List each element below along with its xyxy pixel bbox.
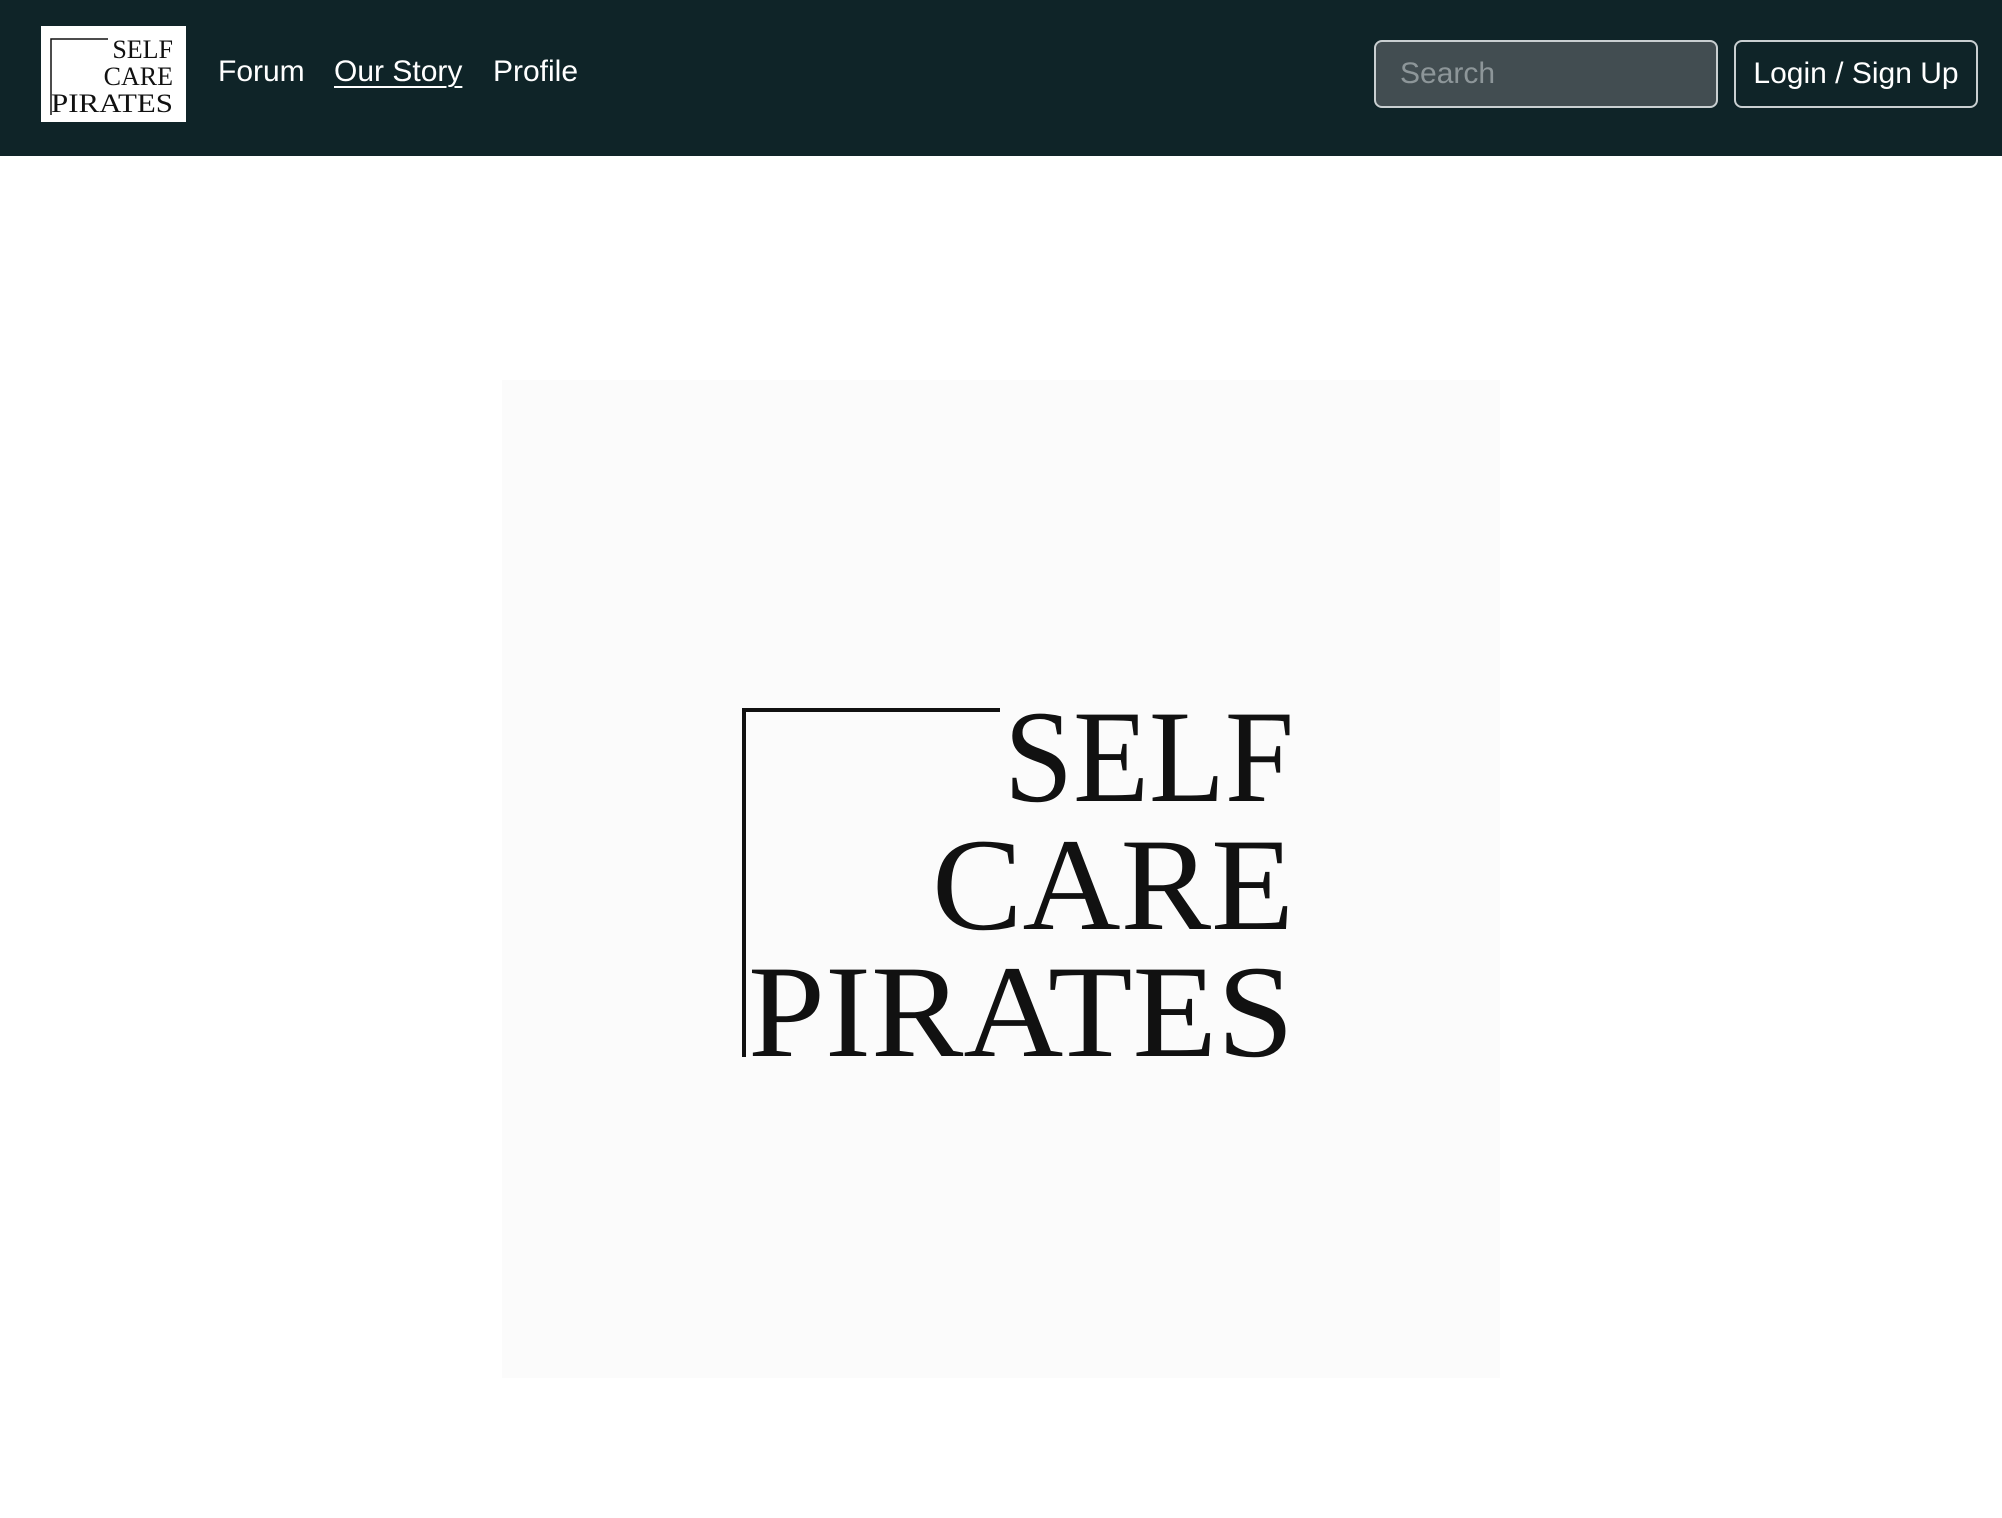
svg-text:CARE: CARE: [104, 62, 173, 91]
brand-logo[interactable]: SELF CARE PIRATES: [41, 26, 186, 122]
hero-logo-image: SELF CARE PIRATES: [502, 380, 1500, 1378]
svg-text:PIRATES: PIRATES: [748, 938, 1294, 1085]
login-signup-button[interactable]: Login / Sign Up: [1734, 40, 1978, 108]
svg-text:SELF: SELF: [1004, 683, 1294, 830]
brand-logo-image: SELF CARE PIRATES: [41, 26, 186, 122]
nav-link-profile[interactable]: Profile: [493, 52, 578, 92]
nav-link-forum[interactable]: Forum: [218, 52, 305, 92]
search-input[interactable]: [1374, 40, 1718, 108]
svg-text:SELF: SELF: [112, 35, 173, 64]
svg-text:PIRATES: PIRATES: [51, 89, 173, 118]
nav-link-our-story[interactable]: Our Story: [334, 52, 462, 92]
navbar: SELF CARE PIRATES Forum Our Story Profil…: [0, 0, 2002, 156]
hero-logo-graphic: SELF CARE PIRATES: [502, 380, 1500, 1378]
svg-text:CARE: CARE: [932, 811, 1294, 958]
